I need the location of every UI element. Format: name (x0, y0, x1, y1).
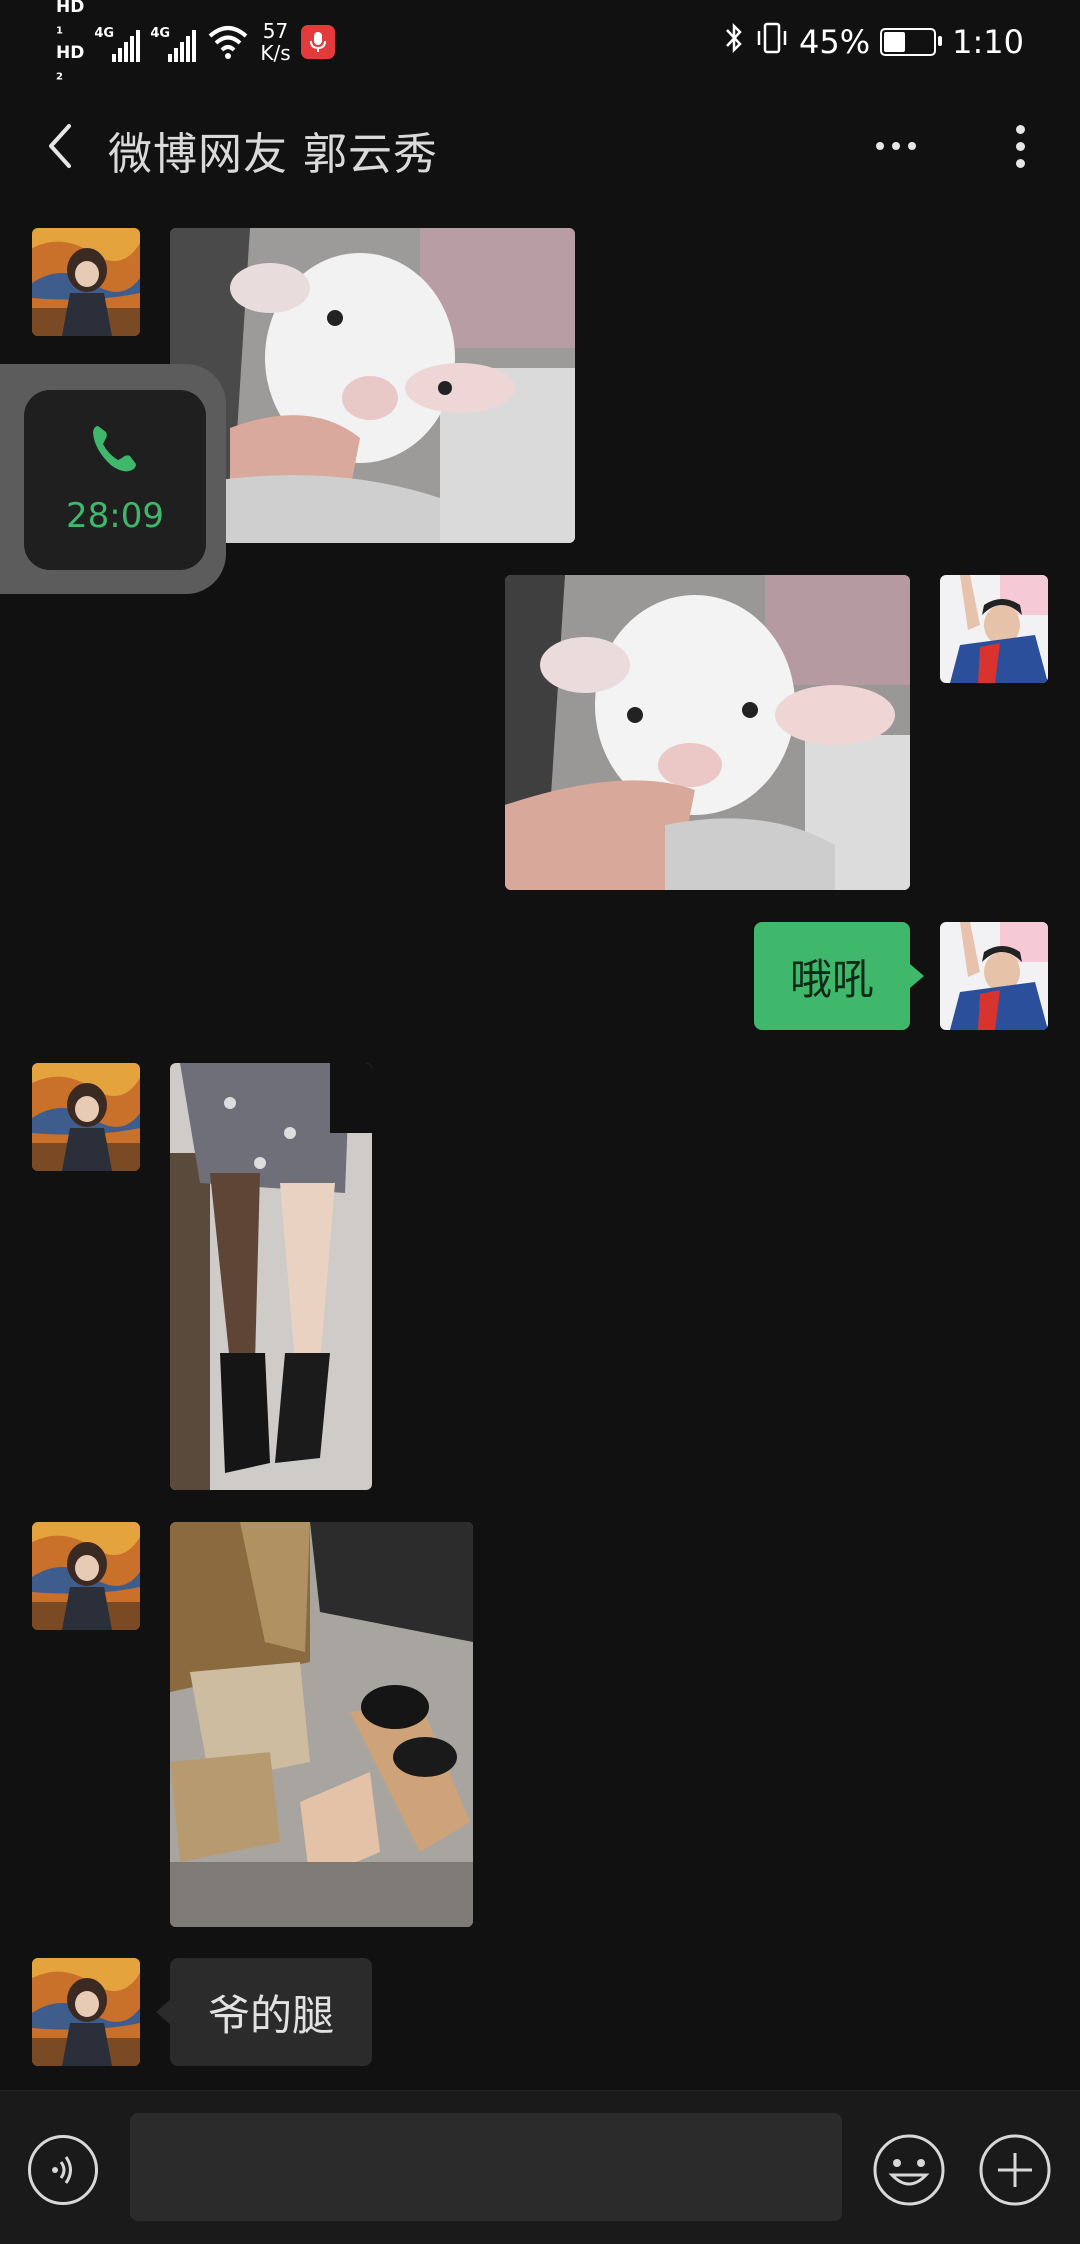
chat-header: 微博网友 郭云秀 (0, 100, 1080, 190)
message-text: 爷的腿 (207, 1990, 334, 2040)
contact-avatar[interactable] (32, 1958, 140, 2066)
vertical-menu-button[interactable] (996, 114, 1044, 178)
message-text: 哦吼 (789, 954, 874, 1004)
battery-percent: 45% (799, 23, 871, 61)
image-message-lamb[interactable] (170, 228, 575, 543)
dot (892, 142, 900, 150)
dot (1015, 124, 1025, 134)
plus-icon (979, 2134, 1051, 2206)
bluetooth-icon (723, 21, 745, 63)
my-avatar[interactable] (940, 922, 1048, 1030)
status-right: 45% 1:10 (723, 14, 1024, 70)
dot (876, 142, 884, 150)
signal-icon-1: 4G (94, 22, 141, 62)
mic-icon (300, 25, 335, 59)
chevron-left-icon (49, 124, 71, 168)
sent-text-bubble[interactable]: 哦吼 (754, 922, 924, 1030)
my-avatar[interactable] (940, 575, 1048, 683)
emoji-button[interactable] (872, 2133, 946, 2207)
image-message-lamb-sent[interactable] (505, 575, 910, 890)
voice-icon (52, 2156, 72, 2184)
dot (908, 142, 916, 150)
battery-icon (880, 28, 943, 56)
signal-icon-2: 4G (150, 22, 197, 62)
dot (1015, 141, 1025, 151)
more-dots-button[interactable] (868, 120, 924, 172)
image-message-legs[interactable] (170, 1063, 372, 1490)
voice-button[interactable] (28, 2135, 98, 2205)
network-speed: 57 K/s (260, 19, 291, 65)
contact-avatar[interactable] (32, 1522, 140, 1630)
contact-avatar[interactable] (32, 1063, 140, 1171)
received-text-bubble[interactable]: 爷的腿 (156, 1958, 372, 2066)
dot (1015, 158, 1025, 168)
chat-screen: HD 1 HD 2 4G 4G 57 K/s 45% 1:10 微博网友 郭云秀… (0, 0, 1080, 2244)
message-input[interactable] (130, 2113, 842, 2221)
status-bar: HD 1 HD 2 4G 4G 57 K/s 45% 1:10 (0, 0, 1080, 82)
ongoing-call-widget[interactable] (24, 390, 206, 570)
back-button[interactable] (30, 116, 90, 176)
contact-avatar[interactable] (32, 228, 140, 336)
chat-title: 微博网友 郭云秀 (108, 129, 438, 180)
vibrate-icon (755, 21, 789, 63)
wifi-icon (206, 22, 250, 62)
plus-button[interactable] (978, 2133, 1052, 2207)
status-left: HD 1 HD 2 4G 4G 57 K/s (56, 0, 335, 82)
phone-icon (93, 426, 136, 472)
input-bar (0, 2090, 1080, 2244)
clock: 1:10 (952, 23, 1024, 61)
call-duration: 28:09 (66, 496, 164, 536)
hd-indicator: HD 1 HD 2 (56, 0, 85, 83)
image-message-boots[interactable] (170, 1522, 473, 1927)
emoji-icon (873, 2134, 945, 2206)
